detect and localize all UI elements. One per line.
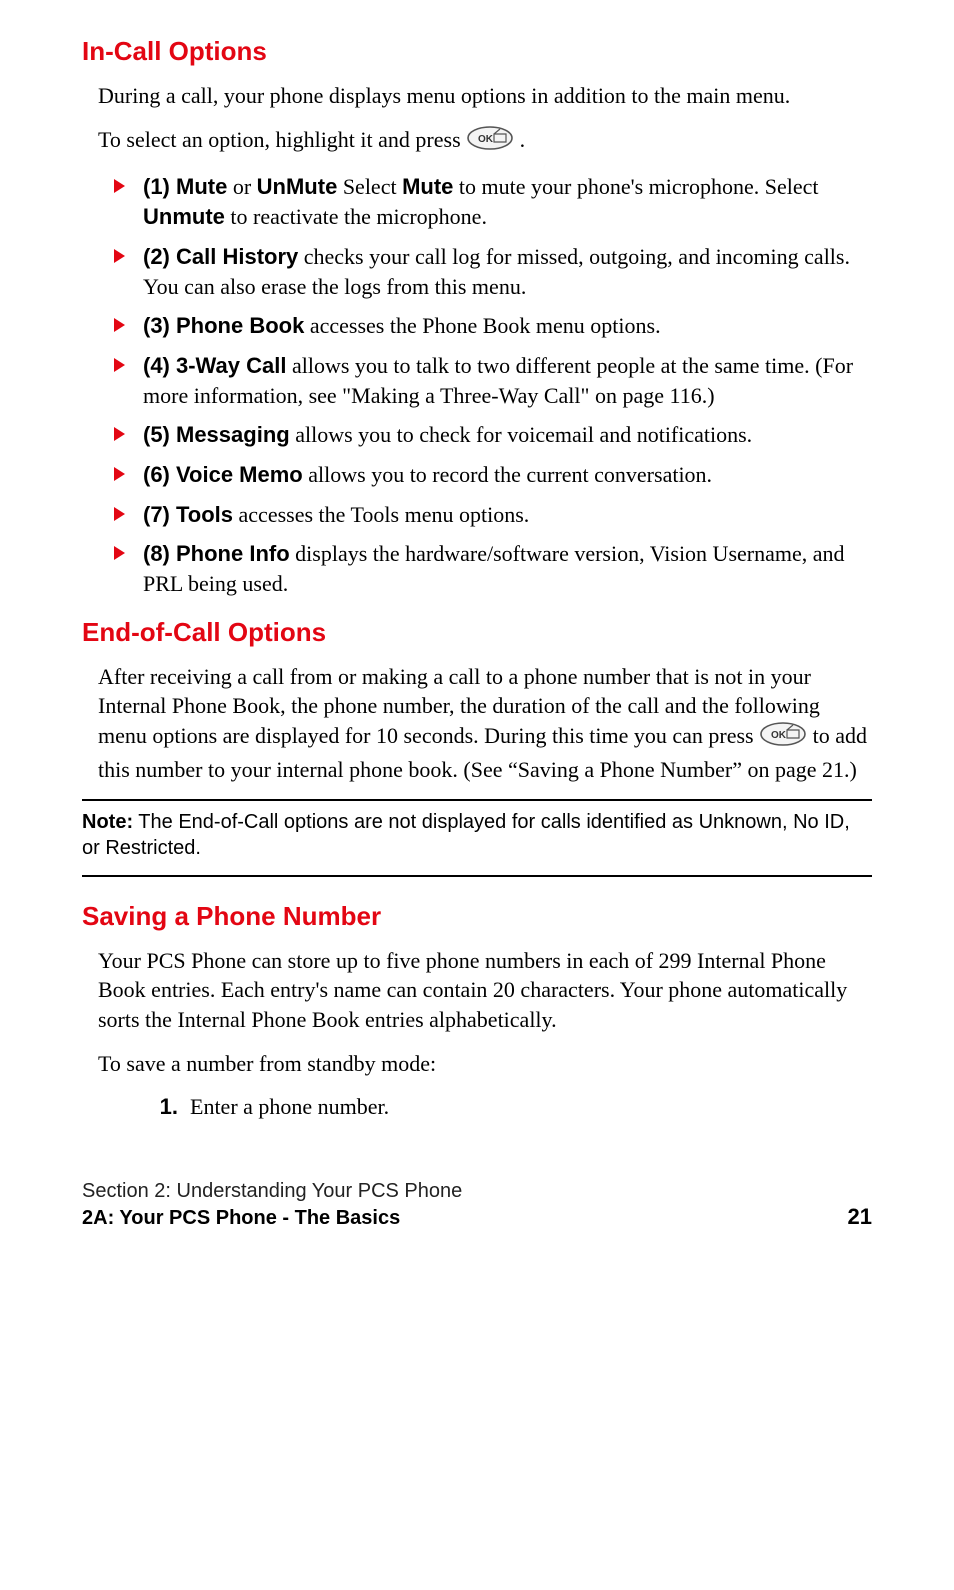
list-item: (8) Phone Info displays the hardware/sof… — [100, 539, 872, 598]
list-item: (4) 3-Way Call allows you to talk to two… — [100, 351, 872, 410]
step-number: 1. — [144, 1092, 178, 1122]
item-bold: (6) Voice Memo — [143, 462, 303, 487]
item-bold: (2) Call History — [143, 244, 298, 269]
page: In-Call Options During a call, your phon… — [0, 0, 954, 1262]
note-rule-bottom — [82, 875, 872, 877]
triangle-bullet-icon — [114, 507, 125, 521]
item-bold: (5) Messaging — [143, 422, 290, 447]
item-bold: Unmute — [143, 204, 225, 229]
item-text: to reactivate the microphone. — [225, 204, 487, 229]
endcall-para-pre: After receiving a call from or making a … — [98, 664, 820, 748]
item-bold: (4) 3-Way Call — [143, 353, 286, 378]
note-text: The End-of-Call options are not displaye… — [82, 811, 850, 859]
footer-page-number: 21 — [848, 1202, 872, 1232]
item-bold: (3) Phone Book — [143, 313, 304, 338]
ordered-list-item: 1. Enter a phone number. — [144, 1092, 872, 1122]
item-text: accesses the Tools menu options. — [233, 502, 529, 527]
list-item-body: (2) Call History checks your call log fo… — [143, 242, 872, 301]
endcall-paragraph: After receiving a call from or making a … — [98, 662, 872, 785]
footer-left: Section 2: Understanding Your PCS Phone … — [82, 1178, 828, 1232]
list-item: (2) Call History checks your call log fo… — [100, 242, 872, 301]
item-bold: (1) Mute — [143, 174, 227, 199]
heading-saving-phone-number: Saving a Phone Number — [82, 901, 872, 932]
item-bold: UnMute — [257, 174, 338, 199]
list-item: (3) Phone Book accesses the Phone Book m… — [100, 311, 872, 341]
list-item-body: (6) Voice Memo allows you to record the … — [143, 460, 712, 490]
triangle-bullet-icon — [114, 318, 125, 332]
list-item: (1) Mute or UnMute Select Mute to mute y… — [100, 172, 872, 231]
item-bold: (8) Phone Info — [143, 541, 290, 566]
saving-paragraph: Your PCS Phone can store up to five phon… — [98, 946, 872, 1035]
incall-intro-paragraph: During a call, your phone displays menu … — [98, 81, 872, 111]
item-text: to mute your phone's microphone. Select — [453, 174, 818, 199]
triangle-bullet-icon — [114, 546, 125, 560]
heading-in-call-options: In-Call Options — [82, 36, 872, 67]
saving-steps-list: 1. Enter a phone number. — [144, 1092, 872, 1122]
footer-chapter-line: 2A: Your PCS Phone - The Basics — [82, 1205, 828, 1232]
item-text: or — [227, 174, 256, 199]
page-footer: Section 2: Understanding Your PCS Phone … — [82, 1178, 872, 1232]
item-bold: Mute — [402, 174, 453, 199]
incall-select-paragraph: To select an option, highlight it and pr… — [98, 125, 872, 159]
item-text: allows you to check for voicemail and no… — [290, 422, 752, 447]
triangle-bullet-icon — [114, 427, 125, 441]
svg-text:OK: OK — [771, 730, 787, 741]
item-bold: (7) Tools — [143, 502, 233, 527]
list-item-body: (1) Mute or UnMute Select Mute to mute y… — [143, 172, 872, 231]
step-text: Enter a phone number. — [190, 1092, 389, 1122]
incall-options-list: (1) Mute or UnMute Select Mute to mute y… — [100, 172, 872, 598]
ok-key-icon: OK — [466, 125, 514, 159]
list-item-body: (8) Phone Info displays the hardware/sof… — [143, 539, 872, 598]
footer-section-line: Section 2: Understanding Your PCS Phone — [82, 1178, 828, 1205]
note-rule-top — [82, 799, 872, 801]
triangle-bullet-icon — [114, 467, 125, 481]
incall-select-pre: To select an option, highlight it and pr… — [98, 127, 466, 152]
item-text: accesses the Phone Book menu options. — [304, 313, 660, 338]
ok-key-icon: OK — [759, 721, 807, 755]
item-text: allows you to record the current convers… — [303, 462, 712, 487]
saving-lead: To save a number from standby mode: — [98, 1049, 872, 1079]
heading-end-of-call-options: End-of-Call Options — [82, 617, 872, 648]
list-item-body: (7) Tools accesses the Tools menu option… — [143, 500, 529, 530]
triangle-bullet-icon — [114, 179, 125, 193]
svg-text:OK: OK — [478, 134, 494, 145]
note-box: Note: The End-of-Call options are not di… — [82, 809, 872, 861]
triangle-bullet-icon — [114, 249, 125, 263]
incall-select-post: . — [514, 127, 525, 152]
list-item: (5) Messaging allows you to check for vo… — [100, 420, 872, 450]
note-label: Note: — [82, 811, 133, 833]
list-item: (7) Tools accesses the Tools menu option… — [100, 500, 872, 530]
list-item-body: (5) Messaging allows you to check for vo… — [143, 420, 752, 450]
item-text: Select — [337, 174, 402, 199]
triangle-bullet-icon — [114, 358, 125, 372]
list-item-body: (3) Phone Book accesses the Phone Book m… — [143, 311, 661, 341]
list-item: (6) Voice Memo allows you to record the … — [100, 460, 872, 490]
list-item-body: (4) 3-Way Call allows you to talk to two… — [143, 351, 872, 410]
